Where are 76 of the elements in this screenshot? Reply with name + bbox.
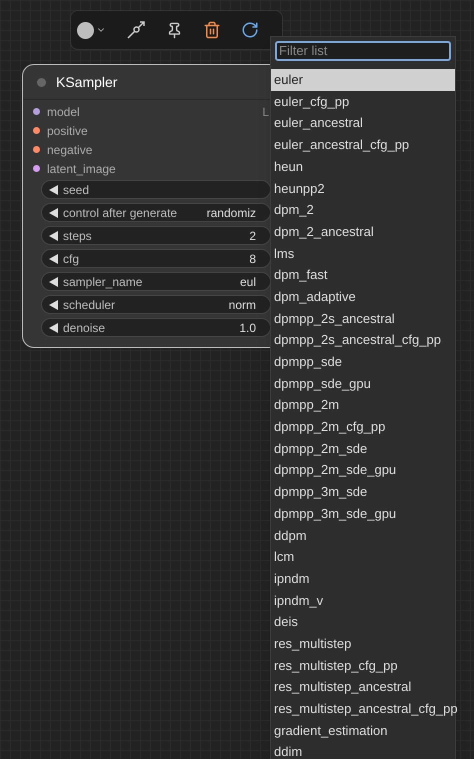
dropdown-item[interactable]: dpm_2_ancestral: [271, 220, 455, 242]
dropdown-item[interactable]: dpmpp_2s_ancestral_cfg_pp: [271, 329, 455, 351]
dropdown-item[interactable]: heun: [271, 156, 455, 178]
refresh-icon: [241, 21, 259, 39]
dropdown-item[interactable]: gradient_estimation: [271, 720, 455, 742]
widget-label: sampler_name: [63, 274, 142, 290]
dropdown-item[interactable]: res_multistep_cfg_pp: [271, 654, 455, 676]
widget-label: scheduler: [63, 296, 116, 314]
widget-field[interactable]: scheduler norm: [41, 295, 271, 314]
output-label: L: [262, 104, 269, 120]
widget-field[interactable]: steps 2: [41, 226, 271, 245]
color-swatch-icon: [77, 22, 94, 38]
trash-icon: [203, 21, 221, 39]
widget-label: denoise: [63, 320, 106, 336]
widget-label: control after generate: [63, 204, 178, 222]
dropdown-item[interactable]: dpmpp_sde_gpu: [271, 372, 455, 394]
dropdown-item[interactable]: dpmpp_2m_sde: [271, 438, 455, 460]
dropdown-item[interactable]: dpmpp_3m_sde_gpu: [271, 502, 455, 524]
pin-button[interactable]: [166, 22, 183, 38]
decrement-arrow-icon: [49, 230, 58, 240]
widget-label: cfg: [63, 250, 80, 268]
dropdown-item[interactable]: euler_ancestral: [271, 112, 455, 134]
widget-field[interactable]: seed: [41, 180, 271, 199]
input-label: negative: [47, 142, 92, 158]
dropdown-item[interactable]: ddpm: [271, 524, 455, 546]
dropdown-item[interactable]: dpm_adaptive: [271, 286, 455, 308]
widget-label: seed: [63, 182, 90, 198]
dropdown-item[interactable]: ddim: [271, 741, 455, 759]
decrement-arrow-icon: [49, 184, 58, 194]
dropdown-item[interactable]: euler_cfg_pp: [271, 90, 455, 112]
widget-value: 1.0: [239, 320, 256, 336]
widget-field[interactable]: control after generate randomiz: [41, 203, 271, 222]
dropdown-item[interactable]: heunpp2: [271, 177, 455, 200]
dropdown-item[interactable]: dpmpp_2m: [271, 394, 455, 416]
dropdown-item[interactable]: dpmpp_sde: [271, 350, 455, 373]
color-picker-button[interactable]: [77, 22, 106, 38]
dropdown-item[interactable]: deis: [271, 611, 455, 633]
widget-field[interactable]: denoise 1.0: [41, 318, 271, 337]
dropdown-item[interactable]: res_multistep: [271, 632, 455, 655]
dropdown-item[interactable]: euler_ancestral_cfg_pp: [271, 134, 455, 156]
input-label: model: [47, 104, 80, 120]
decrement-arrow-icon: [49, 276, 58, 286]
dropdown-item[interactable]: dpmpp_2m_cfg_pp: [271, 416, 455, 438]
widget-value: norm: [228, 296, 256, 314]
widget-value: randomiz: [206, 204, 256, 222]
dropdown-item[interactable]: euler: [271, 69, 455, 91]
delete-button[interactable]: [203, 21, 221, 39]
dropdown-item[interactable]: dpmpp_2m_sde_gpu: [271, 459, 455, 482]
dropdown-item[interactable]: dpm_fast: [271, 264, 455, 286]
input-label: latent_image: [47, 160, 116, 178]
input-label: positive: [47, 122, 88, 140]
dropdown-item[interactable]: dpmpp_3m_sde: [271, 481, 455, 503]
widget-label: steps: [63, 228, 92, 244]
widget-value: 8: [249, 250, 256, 268]
widget-value: 2: [249, 228, 256, 244]
refresh-button[interactable]: [241, 21, 259, 39]
dropdown-item[interactable]: dpm_2: [271, 199, 455, 221]
dropdown-item[interactable]: ipndm_v: [271, 590, 455, 612]
widget-field[interactable]: cfg 8: [41, 249, 271, 268]
dropdown-item[interactable]: ipndm: [271, 568, 455, 590]
dropdown-item[interactable]: res_multistep_ancestral: [271, 676, 455, 698]
decrement-arrow-icon: [49, 322, 58, 332]
pin-icon: [166, 22, 183, 38]
widget-field[interactable]: sampler_name eul: [41, 272, 271, 291]
dropdown-item[interactable]: lcm: [271, 546, 455, 568]
dropdown-item[interactable]: res_multistep_ancestral_cfg_pp: [271, 698, 455, 720]
dropdown-item[interactable]: lms: [271, 242, 455, 264]
decrement-arrow-icon: [49, 208, 58, 218]
decrement-arrow-icon: [49, 300, 58, 310]
node-title: KSampler: [56, 72, 118, 92]
filter-field[interactable]: Filter list: [275, 40, 451, 60]
dropdown-item[interactable]: dpmpp_2s_ancestral: [271, 308, 455, 330]
decrement-arrow-icon: [49, 254, 58, 264]
bypass-button[interactable]: [126, 20, 146, 40]
wand-icon: [126, 20, 146, 40]
widget-value: eul: [240, 274, 256, 290]
